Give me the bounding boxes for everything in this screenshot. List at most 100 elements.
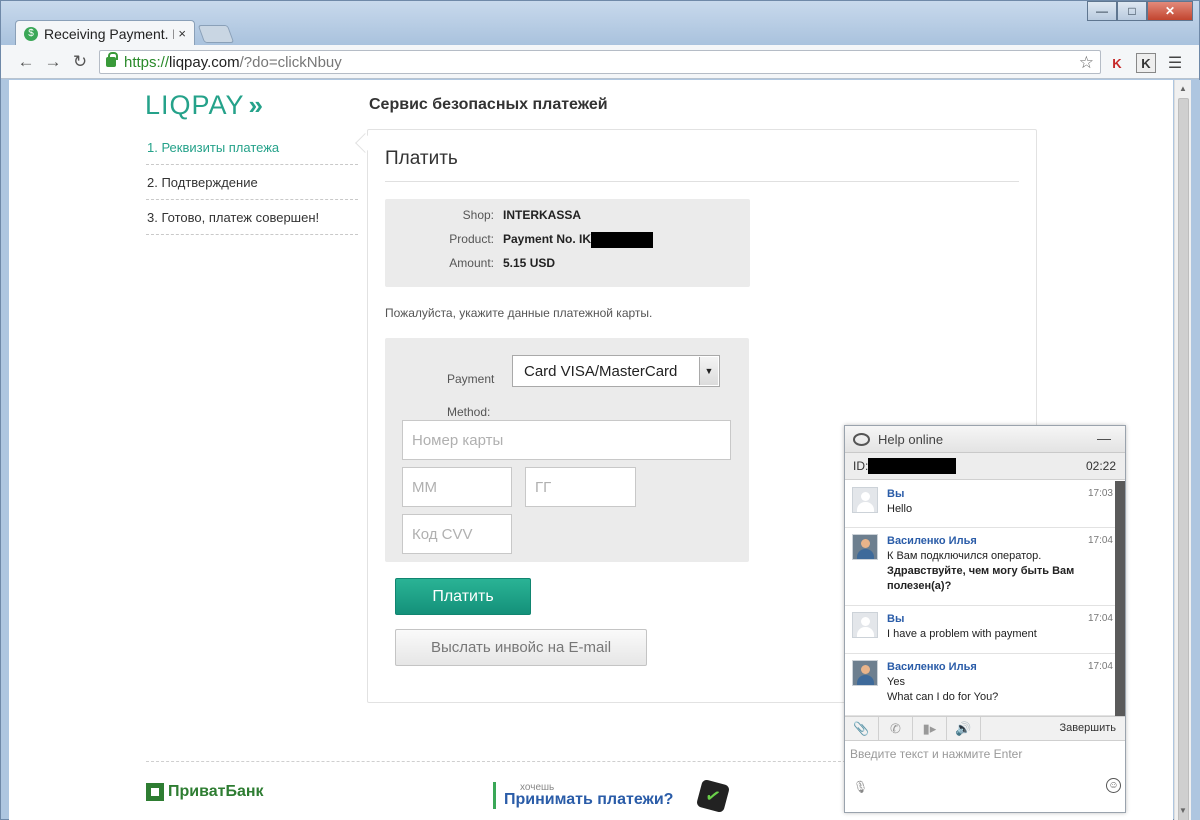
logo-text: LIQPAY (145, 90, 245, 120)
phone-icon[interactable]: ✆ (879, 717, 913, 740)
browser-toolbar: ← → ↻ https:// liqpay.com /?do=clickNbuy… (1, 45, 1199, 79)
message-text: Hello (887, 503, 913, 515)
end-chat-button[interactable]: Завершить (1060, 722, 1116, 734)
liqpay-logo[interactable]: LIQPAY » (145, 90, 264, 121)
microphone-icon[interactable]: 🎙 (853, 780, 868, 794)
message-time: 17:03 (1087, 488, 1113, 499)
message-text: I have a problem with payment (887, 628, 1037, 640)
privatbank-text: ПриватБанк (168, 783, 264, 800)
shop-label: Shop: (462, 208, 494, 222)
privatbank-logo[interactable]: ПриватБанк (146, 783, 264, 801)
session-id-label: ID: (853, 459, 869, 473)
help-chat-widget: Help online — ID: 02:22 Вы 17:03 Hello В… (844, 425, 1126, 813)
star-icon[interactable]: ☆ (1079, 53, 1094, 73)
chat-message: Вы 17:04 I have a problem with payment (845, 606, 1115, 654)
chat-message: Василенко Илья 17:04 Yes What can I do f… (845, 654, 1115, 716)
window-controls: — □ ✕ (1087, 1, 1193, 21)
footer-divider (146, 761, 846, 762)
card-prompt: Пожалуйста, укажите данные платежной кар… (385, 306, 653, 320)
chat-session-bar: ID: 02:22 (845, 453, 1125, 480)
message-text: Yes (887, 676, 905, 688)
k-extension-icon[interactable]: K (1136, 53, 1156, 73)
operator-avatar (852, 660, 878, 686)
forward-icon[interactable]: → (42, 51, 64, 73)
pay-button[interactable]: Платить (395, 578, 531, 615)
video-icon[interactable]: ▮▸ (913, 717, 947, 740)
site-favicon-icon: $ (24, 26, 38, 41)
logo-chevrons-icon: » (248, 90, 264, 120)
message-author: Вы (887, 613, 905, 625)
operator-avatar (852, 534, 878, 560)
chat-toolbar: 📎 ✆ ▮▸ 🔊 Завершить (845, 716, 1125, 741)
message-time: 17:04 (1087, 613, 1113, 624)
chat-input-footer: 🎙 ☺ (845, 778, 1125, 804)
amount-value: 5.15 USD (503, 256, 556, 270)
cvv-input[interactable]: Код CVV (402, 514, 512, 554)
tab-close-icon[interactable]: × (178, 26, 186, 41)
new-tab-button[interactable] (197, 25, 235, 43)
smiley-icon[interactable]: ☺ (1106, 778, 1121, 793)
paperclip-icon[interactable]: 📎 (845, 717, 879, 740)
product-value: Payment No. IK (503, 232, 654, 252)
send-invoice-button[interactable]: Выслать инвойс на E-mail (395, 629, 647, 666)
menu-icon[interactable]: ☰ (1165, 53, 1185, 73)
dropdown-arrow-icon[interactable]: ▼ (699, 357, 718, 385)
close-window-button[interactable]: ✕ (1147, 1, 1193, 21)
minimize-button[interactable]: — (1087, 1, 1117, 21)
browser-tab[interactable]: $ Receiving Payment. P × (15, 20, 195, 46)
title-bar: $ Receiving Payment. P × — □ ✕ (1, 1, 1199, 46)
page-scrollbar[interactable]: ▲ ▼ (1174, 80, 1191, 820)
chat-header[interactable]: Help online — (845, 426, 1125, 453)
divider (385, 181, 1019, 182)
message-text: К Вам подключился оператор. (887, 550, 1042, 562)
message-author: Василенко Илья (887, 535, 977, 547)
amount-label: Amount: (449, 256, 494, 270)
checkmark-badge-icon: ✓ (695, 778, 731, 814)
url-scheme: https:// (124, 53, 170, 71)
tab-title: Receiving Payment. P (44, 25, 175, 42)
product-text: Payment No. IK (503, 232, 592, 247)
page-title: Сервис безопасных платежей (369, 96, 608, 113)
session-time: 02:22 (1085, 459, 1116, 473)
message-time: 17:04 (1087, 661, 1113, 672)
payment-method-select[interactable]: Card VISA/MasterCard ▼ (512, 355, 720, 387)
avatar (852, 487, 878, 513)
month-input[interactable]: ММ (402, 467, 512, 507)
lock-icon (106, 52, 118, 67)
steps-list: 1. Реквизиты платежа 2. Подтверждение 3.… (146, 130, 358, 235)
address-bar[interactable]: https:// liqpay.com /?do=clickNbuy ☆ (99, 50, 1101, 74)
chat-messages: Вы 17:03 Hello Василенко Илья 17:04 К Ва… (845, 481, 1125, 716)
chat-message: Вы 17:03 Hello (845, 481, 1115, 528)
url-path: /?do=clickNbuy (239, 53, 342, 71)
scroll-up-icon[interactable]: ▲ (1179, 84, 1187, 93)
chat-scrollbar[interactable] (1115, 481, 1125, 716)
panel-title: Платить (385, 148, 458, 169)
message-time: 17:04 (1087, 535, 1113, 546)
redacted-block (591, 232, 654, 248)
avatar (852, 612, 878, 638)
scroll-down-icon[interactable]: ▼ (1179, 806, 1187, 815)
back-icon[interactable]: ← (15, 51, 37, 73)
message-text: Здравствуйте, чем могу быть Вам полезен(… (887, 565, 1075, 592)
scroll-thumb[interactable] (1178, 98, 1189, 820)
message-text: What can I do for You? (887, 691, 999, 703)
chat-minimize-button[interactable]: — (1097, 430, 1111, 446)
accept-payments-link[interactable]: хочешь Принимать платежи? (493, 782, 673, 809)
maximize-button[interactable]: □ (1117, 1, 1147, 21)
browser-window: $ Receiving Payment. P × — □ ✕ ← → ↻ htt… (0, 0, 1200, 820)
shop-row: Shop: INTERKASSA (385, 208, 750, 228)
chat-bubble-icon (853, 432, 870, 446)
kaspersky-icon[interactable]: K (1107, 53, 1127, 73)
reload-icon[interactable]: ↻ (69, 51, 91, 73)
speaker-icon[interactable]: 🔊 (947, 717, 981, 740)
redacted-session-id (868, 458, 957, 474)
message-author: Вы (887, 488, 905, 500)
step-done: 3. Готово, платеж совершен! (146, 200, 358, 235)
card-form: Payment Method: Card VISA/MasterCard ▼ Н… (385, 338, 749, 562)
card-number-input[interactable]: Номер карты (402, 420, 731, 460)
privatbank-icon (146, 783, 164, 801)
step-confirmation: 2. Подтверждение (146, 165, 358, 200)
step-details: 1. Реквизиты платежа (146, 130, 358, 165)
year-input[interactable]: ГГ (525, 467, 636, 507)
product-label: Product: (449, 232, 494, 246)
